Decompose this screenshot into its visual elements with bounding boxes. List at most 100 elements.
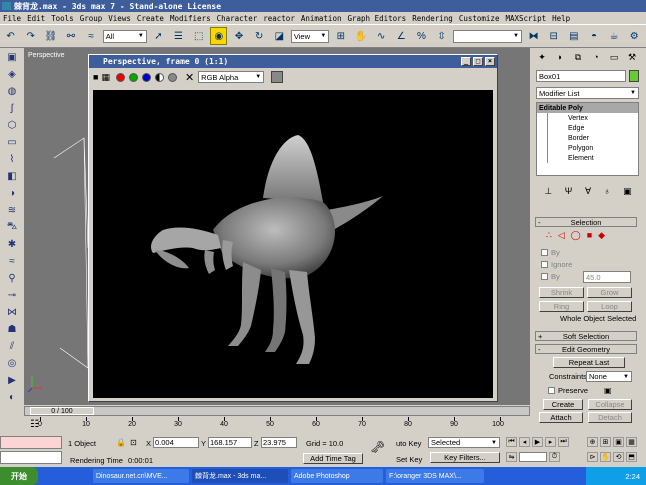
maximize-icon[interactable]: □ xyxy=(473,57,483,66)
track-bar[interactable]: 0 10 20 30 40 50 60 70 80 90 100 xyxy=(38,417,505,432)
make-unique-icon[interactable]: ∀ xyxy=(585,186,591,198)
polygon-mode-icon[interactable]: ■ xyxy=(587,230,592,242)
menu-maxscript[interactable]: MAXScript xyxy=(502,14,549,23)
menu-create[interactable]: Create xyxy=(134,14,167,23)
color-swatch[interactable] xyxy=(271,71,284,83)
green-channel-icon[interactable] xyxy=(128,72,138,82)
grow-button[interactable]: Grow xyxy=(587,287,632,298)
quick-render-icon[interactable]: ⚙ xyxy=(626,27,643,45)
prismatic-icon[interactable]: ⫽ xyxy=(4,339,20,354)
menu-graph-editors[interactable]: Graph Editors xyxy=(344,14,409,23)
named-selection-dropdown[interactable]: ▼ xyxy=(453,29,522,43)
key-filters-button[interactable]: Key Filters... xyxy=(430,452,500,463)
menu-customize[interactable]: Customize xyxy=(456,14,503,23)
constraint-icon[interactable]: ⚲ xyxy=(4,271,20,286)
zoom-extents-icon[interactable]: ▣ xyxy=(613,437,624,447)
hierarchy-tab-icon[interactable]: ⧉ xyxy=(571,50,585,64)
add-time-tag-button[interactable]: Add Time Tag xyxy=(303,453,363,464)
snap-icon[interactable]: ∿ xyxy=(373,27,390,45)
menu-animation[interactable]: Animation xyxy=(298,14,345,23)
edit-geometry-rollout[interactable]: - Edit Geometry xyxy=(535,344,637,354)
water-icon[interactable]: ≈ xyxy=(4,254,20,269)
link-icon[interactable]: ⛓ xyxy=(42,27,59,45)
z-coordinate-field[interactable]: 23.975 xyxy=(261,437,297,448)
stack-item-polygon[interactable]: Polygon xyxy=(547,143,638,153)
time-configuration-icon[interactable]: ⏱ xyxy=(549,452,560,462)
pin-stack-icon[interactable]: ⊥ xyxy=(544,186,552,198)
clear-icon[interactable]: ✕ xyxy=(185,71,194,84)
blue-channel-icon[interactable] xyxy=(141,72,151,82)
y-coordinate-field[interactable]: 168.157 xyxy=(208,437,252,448)
move-icon[interactable]: ✥ xyxy=(230,27,247,45)
modify-tab-icon[interactable]: ◗ xyxy=(553,50,567,64)
ring-button[interactable]: Ring xyxy=(539,301,584,312)
key-icon[interactable]: 🗝 xyxy=(370,440,385,454)
layer-icon[interactable]: ▤ xyxy=(565,27,582,45)
ragdoll-icon[interactable]: ☗ xyxy=(4,322,20,337)
zoom-icon[interactable]: ⊕ xyxy=(587,437,598,447)
maximize-viewport-icon[interactable]: ⬒ xyxy=(626,452,637,462)
car-wheel-icon[interactable]: ◎ xyxy=(4,356,20,371)
constraints-dropdown[interactable]: None ▼ xyxy=(586,371,632,382)
create-tab-icon[interactable]: ✦ xyxy=(535,50,549,64)
ignore-backfacing-checkbox[interactable]: Ignore xyxy=(541,260,572,269)
preview-icon[interactable]: ▶ xyxy=(4,373,20,388)
window-crossing-icon[interactable]: ◉ xyxy=(210,27,228,45)
point-to-point-icon[interactable]: ⋈ xyxy=(4,305,20,320)
analyze-icon[interactable]: ◐ xyxy=(4,390,20,405)
menu-character[interactable]: Character xyxy=(214,14,261,23)
wind-icon[interactable]: ≋ xyxy=(4,203,20,218)
rigid-body-icon[interactable]: ▣ xyxy=(4,50,20,65)
show-end-result-icon[interactable]: Ψ xyxy=(565,186,573,198)
element-mode-icon[interactable]: ◆ xyxy=(598,230,605,242)
configure-sets-icon[interactable]: ▣ xyxy=(623,186,632,198)
soft-body-icon[interactable]: ◍ xyxy=(4,84,20,99)
display-tab-icon[interactable]: ▭ xyxy=(607,50,621,64)
maxscript-output[interactable] xyxy=(0,451,62,464)
spring-icon[interactable]: ⌇ xyxy=(4,152,20,167)
go-to-end-icon[interactable]: ⏭ xyxy=(558,437,569,447)
scale-icon[interactable]: ◪ xyxy=(271,27,288,45)
time-slider-track[interactable] xyxy=(24,406,530,416)
hinge-icon[interactable]: ⊸ xyxy=(4,288,20,303)
zoom-extents-all-icon[interactable]: ▦ xyxy=(626,437,637,447)
motion-tab-icon[interactable]: ◔ xyxy=(589,50,603,64)
channel-dropdown[interactable]: RGB Alpha ▼ xyxy=(198,71,265,83)
angle-field[interactable]: 45.0 xyxy=(583,271,631,283)
minimize-icon[interactable]: _ xyxy=(461,57,471,66)
monochrome-icon[interactable] xyxy=(167,72,177,82)
motor-icon[interactable]: ◑ xyxy=(4,186,20,201)
collapse-button[interactable]: Collapse xyxy=(588,399,632,410)
menu-file[interactable]: File xyxy=(0,14,24,23)
close-icon[interactable]: × xyxy=(485,57,495,66)
settings-icon[interactable]: ▣ xyxy=(604,386,612,395)
pivot-icon[interactable]: ⊞ xyxy=(332,27,349,45)
task-explorer[interactable]: F:\oranger 3DS MAX\... xyxy=(386,469,484,483)
next-frame-icon[interactable]: ▸ xyxy=(545,437,556,447)
time-slider[interactable]: 0 / 100 xyxy=(30,407,94,415)
rendered-frame-window[interactable]: Perspective, frame 0 (1:1) _ □ × ■ ▦ ✕ R… xyxy=(88,54,498,402)
object-color-swatch[interactable] xyxy=(629,70,639,82)
arc-rotate-icon[interactable]: ⟲ xyxy=(613,452,624,462)
region-select-icon[interactable]: ⬚ xyxy=(190,27,207,45)
current-frame-field[interactable] xyxy=(519,452,547,462)
clock[interactable]: 2:24 xyxy=(625,472,640,481)
stack-item-element[interactable]: Element xyxy=(547,153,638,163)
stack-item-vertex[interactable]: Vertex xyxy=(547,113,638,123)
toy-car-icon[interactable]: ⛍ xyxy=(4,220,20,235)
select-by-name-icon[interactable]: ☰ xyxy=(170,27,187,45)
menu-help[interactable]: Help xyxy=(549,14,573,23)
detach-button[interactable]: Detach xyxy=(588,412,632,423)
align-icon[interactable]: ⊟ xyxy=(545,27,562,45)
rope-icon[interactable]: ∫ xyxy=(4,101,20,116)
spinner-snap-icon[interactable]: ⇳ xyxy=(433,27,450,45)
menu-rendering[interactable]: Rendering xyxy=(409,14,456,23)
x-coordinate-field[interactable]: 0.004 xyxy=(153,437,199,448)
key-mode-dropdown[interactable]: Selected ▼ xyxy=(428,437,500,448)
render-scene-icon[interactable]: ☕ xyxy=(606,27,623,45)
previous-frame-icon[interactable]: ◂ xyxy=(519,437,530,447)
play-icon[interactable]: ▶ xyxy=(532,437,543,447)
key-mode-toggle-icon[interactable]: ⇋ xyxy=(506,452,517,462)
select-object-icon[interactable]: ➚ xyxy=(150,27,167,45)
menu-views[interactable]: Views xyxy=(105,14,134,23)
